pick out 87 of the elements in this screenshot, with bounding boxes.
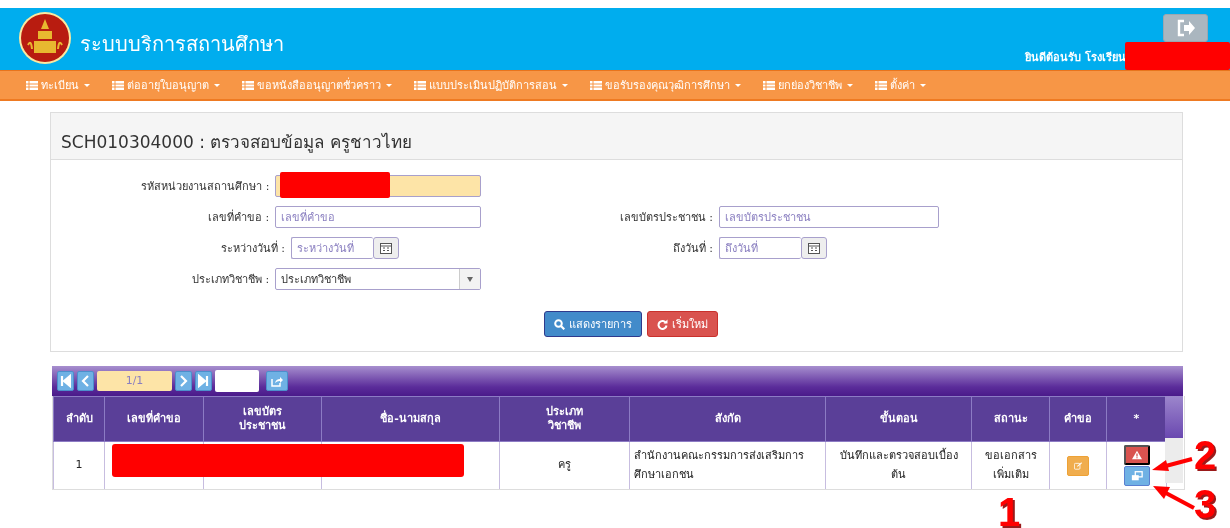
warning-icon bbox=[1131, 449, 1142, 461]
field-label: เลขบัตรประชาชน : bbox=[618, 210, 714, 226]
menu-item[interactable]: ตั้งค่า bbox=[875, 76, 926, 94]
field-label: เลขที่คำขอ : bbox=[206, 208, 271, 226]
column-header: ชื่อ-นามสกุล bbox=[321, 396, 500, 442]
first-page-icon bbox=[60, 374, 71, 388]
input-field[interactable] bbox=[275, 175, 481, 197]
share-icon bbox=[271, 375, 283, 387]
caret-icon bbox=[920, 83, 926, 87]
input-field[interactable]: เลขที่คำขอ bbox=[275, 206, 481, 228]
annotation-number: 2 bbox=[1194, 435, 1217, 475]
menu-item[interactable]: ยกย่องวิชาชีพ bbox=[763, 76, 853, 94]
annotation-number: 1 bbox=[998, 492, 1021, 528]
calendar-icon bbox=[380, 242, 392, 254]
field-label: ประเภทวิชาชีพ : bbox=[191, 272, 271, 288]
caret-icon bbox=[214, 83, 220, 87]
select-field[interactable]: ประเภทวิชาชีพ bbox=[275, 268, 481, 290]
page-size-field[interactable] bbox=[215, 370, 259, 392]
caret-icon bbox=[847, 83, 853, 87]
column-header: ประเภท วิชาชีพ bbox=[499, 396, 630, 442]
previous-page-icon bbox=[80, 374, 91, 388]
list-icon bbox=[242, 80, 254, 90]
arrow bbox=[1150, 483, 1196, 511]
caret-icon bbox=[386, 83, 392, 87]
previous-page-button[interactable] bbox=[77, 371, 94, 391]
field-label: รหัสหน่วยงานสถานศึกษา : bbox=[140, 179, 271, 195]
search-button[interactable]: แสดงรายการ bbox=[543, 311, 642, 337]
logout-button[interactable] bbox=[1163, 14, 1208, 42]
export-button[interactable] bbox=[266, 371, 288, 391]
list-icon bbox=[875, 80, 887, 90]
page-field[interactable]: 1/1 bbox=[97, 371, 172, 391]
list-icon bbox=[590, 80, 602, 90]
list-icon bbox=[26, 80, 38, 90]
annotation-number: 3 bbox=[1194, 484, 1217, 524]
search-icon bbox=[553, 318, 565, 330]
column-header: เลขที่คำขอ bbox=[104, 396, 204, 442]
copy-button[interactable] bbox=[1123, 466, 1150, 486]
field-label: ระหว่างวันที่ : bbox=[219, 239, 286, 257]
last-page-icon bbox=[198, 374, 209, 388]
table-cell: 1 bbox=[75, 458, 83, 472]
column-header: สังกัด bbox=[629, 396, 826, 442]
list-icon bbox=[763, 80, 775, 90]
menu-item[interactable]: แบบประเมินปฏิบัติการสอน bbox=[414, 76, 568, 94]
caret-icon bbox=[467, 276, 473, 282]
app-title: ระบบบริการสถานศึกษา bbox=[80, 31, 284, 58]
edit-button[interactable] bbox=[1067, 455, 1089, 476]
table-cell: ครู bbox=[558, 458, 571, 472]
next-page-button[interactable] bbox=[175, 371, 192, 391]
emblem-logo bbox=[18, 11, 72, 65]
sign-out-icon bbox=[1175, 19, 1196, 37]
date-field[interactable]: ระหว่างวันที่ bbox=[291, 237, 373, 259]
menu-item[interactable]: ต่ออายุใบอนุญาต bbox=[112, 76, 220, 94]
refresh-icon bbox=[656, 318, 668, 330]
menu-item[interactable]: ขอหนังสืออนุญาตชั่วคราว bbox=[242, 76, 392, 94]
date-field[interactable]: ถึงวันที่ bbox=[719, 237, 801, 259]
warning-button[interactable] bbox=[1123, 445, 1150, 465]
column-header: ขั้นตอน bbox=[825, 396, 972, 442]
list-icon bbox=[112, 80, 124, 90]
input-field[interactable]: เลขบัตรประชาชน bbox=[719, 206, 939, 228]
column-header: สถานะ bbox=[971, 396, 1050, 442]
edit-icon bbox=[1074, 459, 1082, 472]
caret-icon bbox=[735, 83, 741, 87]
table-cell-text: ขอเอกสารเพิ่มเติม bbox=[983, 447, 1038, 483]
column-header: * bbox=[1106, 396, 1167, 442]
scrollbar[interactable] bbox=[1165, 396, 1183, 483]
menu-item[interactable]: ขอรับรองคุณวุฒิการศึกษา bbox=[590, 76, 741, 94]
last-page-button[interactable] bbox=[195, 371, 212, 391]
column-header: คำขอ bbox=[1049, 396, 1107, 442]
reset-button[interactable]: เริ่มใหม่ bbox=[646, 311, 718, 337]
first-page-button[interactable] bbox=[57, 371, 74, 391]
list-icon bbox=[414, 80, 426, 90]
column-header: เลขบัตร ประชาชน bbox=[203, 396, 322, 442]
menu-item[interactable]: ทะเบียน bbox=[26, 76, 90, 94]
calendar-button[interactable] bbox=[373, 237, 399, 259]
welcome-text: ยินดีต้อนรับ โรงเรียน bbox=[1025, 49, 1126, 66]
copy-icon bbox=[1130, 470, 1143, 482]
table-cell-text: บันทึกและตรวจสอบเบื้องต้น bbox=[838, 447, 959, 483]
calendar-button[interactable] bbox=[801, 237, 827, 259]
page-title: SCH010304000 : ตรวจสอบข้อมูล ครูชาวไทย bbox=[61, 132, 412, 152]
arrow bbox=[1150, 456, 1194, 474]
caret-icon bbox=[562, 83, 568, 87]
column-header: ลำดับ bbox=[53, 396, 105, 442]
caret-icon bbox=[84, 83, 90, 87]
next-page-icon bbox=[178, 374, 189, 388]
calendar-icon bbox=[808, 242, 820, 254]
table-cell: สำนักงานคณะกรรมการส่งเสริมการศึกษาเอกชน bbox=[634, 448, 804, 481]
field-label: ถึงวันที่ : bbox=[671, 239, 714, 257]
